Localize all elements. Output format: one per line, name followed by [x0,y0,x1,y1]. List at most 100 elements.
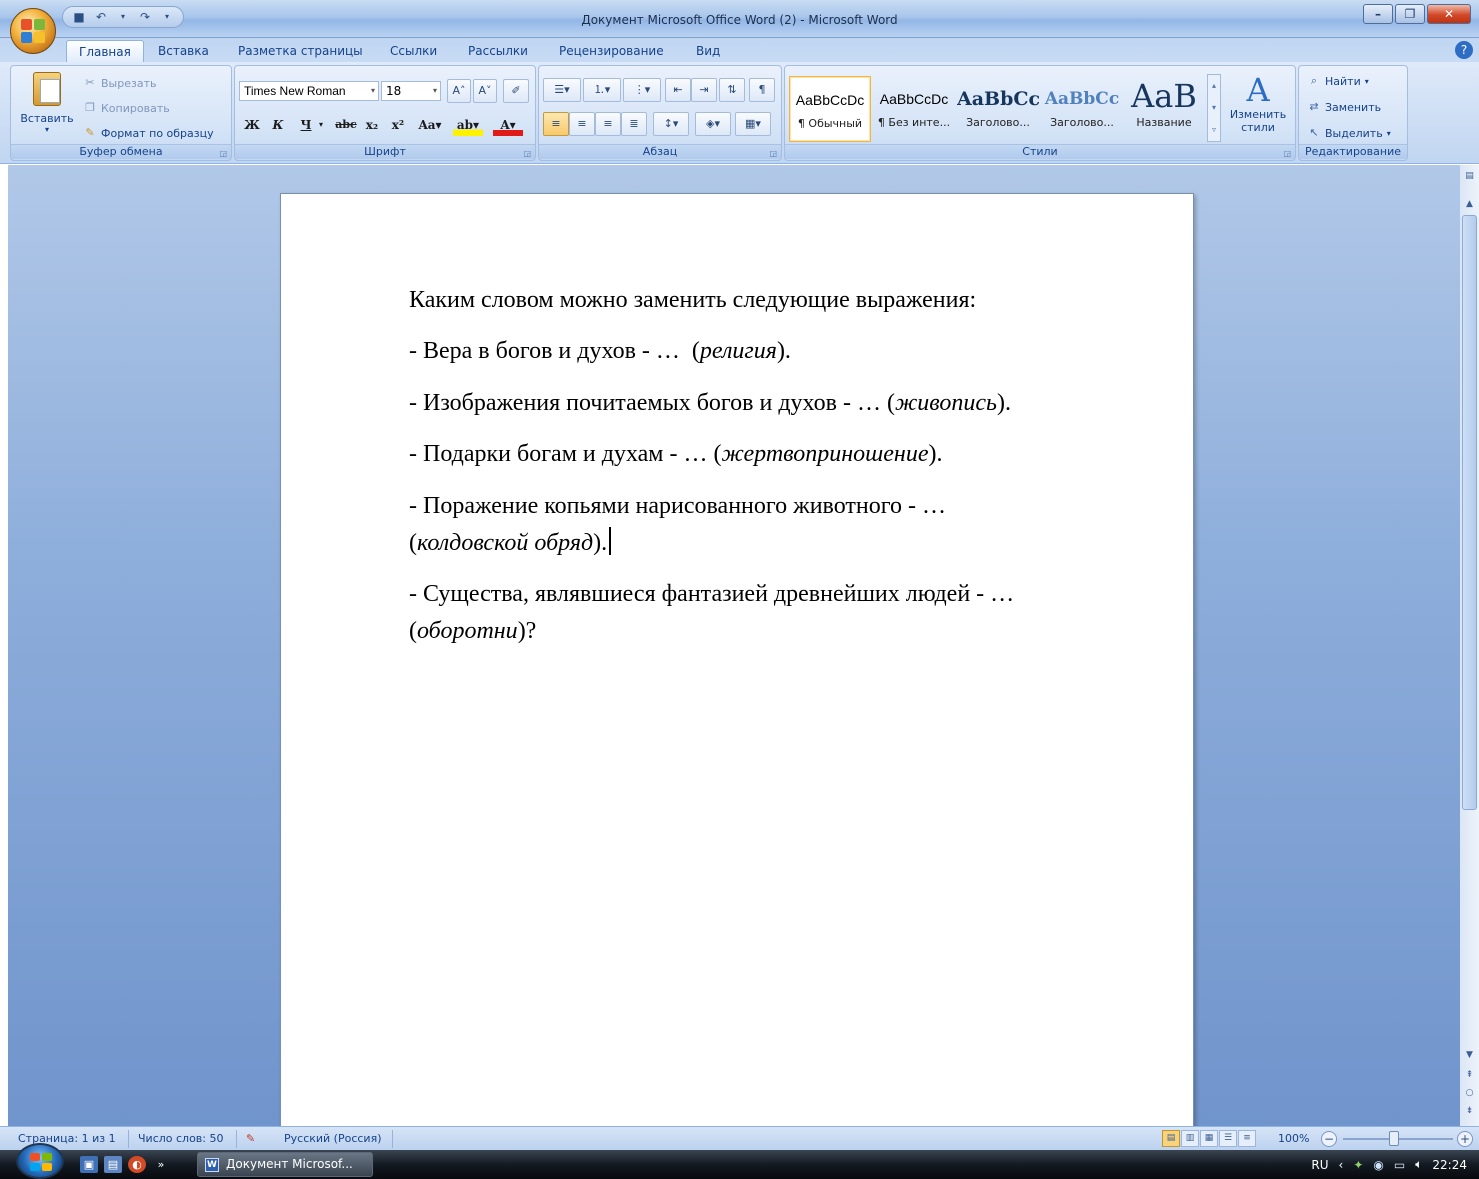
word-count[interactable]: Число слов: 50 [138,1132,224,1145]
document-page[interactable]: Каким словом можно заменить следующие вы… [280,193,1194,1153]
browser-icon[interactable]: ◐ [128,1156,146,1173]
font-size-combo[interactable]: 18 ▾ [381,81,441,101]
align-center-icon[interactable]: ≡ [569,112,595,136]
undo-icon[interactable]: ↶ [93,9,109,25]
tab-home[interactable]: Главная [66,40,144,62]
line-spacing-icon[interactable]: ↕▾ [653,112,689,136]
clipboard-launcher-icon[interactable]: ◲ [219,149,227,158]
copy-button[interactable]: ❐ Копировать [83,101,170,115]
clock[interactable]: 22:24 [1432,1158,1467,1172]
justify-icon[interactable]: ≣ [621,112,647,136]
vertical-scrollbar[interactable]: ▤ ▲ ▼ ⇞ ○ ⇟ [1460,165,1479,1126]
style-no-spacing[interactable]: AaBbCcDc ¶ Без инте... [873,76,955,142]
paste-dropdown-icon[interactable]: ▾ [15,125,79,134]
cut-button[interactable]: ✂ Вырезать [83,76,156,90]
style-heading-1[interactable]: AaBbCc Заголово... [957,76,1039,142]
tab-mailings[interactable]: Рассылки [456,40,540,62]
security-icon[interactable]: ◉ [1373,1158,1383,1172]
outline-icon[interactable]: ☰ [1219,1130,1237,1147]
select-button[interactable]: ↖ Выделить ▾ [1307,126,1390,140]
shading-icon[interactable]: ◈▾ [695,112,731,136]
show-desktop-icon[interactable]: ▣ [80,1156,98,1173]
ruler-toggle-icon[interactable]: ▤ [1462,171,1477,181]
bullets-icon[interactable]: ☰▾ [543,78,581,102]
monitor-icon[interactable]: ▭ [1394,1158,1405,1172]
change-styles-button[interactable]: A Изменить стили [1225,72,1291,144]
replace-button[interactable]: ⇄ Заменить [1307,100,1381,114]
scroll-up-icon[interactable]: ▲ [1462,199,1477,209]
underline-icon[interactable]: Ч [295,114,317,136]
decrease-indent-icon[interactable]: ⇤ [665,78,691,102]
font-name-combo[interactable]: Times New Roman ▾ [239,81,379,101]
restore-button[interactable]: ❐ [1395,4,1425,24]
clear-formatting-icon[interactable]: ✐ [503,79,529,103]
draft-icon[interactable]: ≡ [1238,1130,1256,1147]
subscript-icon[interactable]: x₂ [361,114,383,136]
font-launcher-icon[interactable]: ◲ [523,149,531,158]
tab-page-layout[interactable]: Разметка страницы [226,40,375,62]
start-button[interactable] [16,1143,64,1179]
styles-launcher-icon[interactable]: ◲ [1283,149,1291,158]
highlight-icon[interactable]: ab▾ [453,114,483,136]
find-button[interactable]: ⌕ Найти ▾ [1307,74,1369,88]
more-chevron-icon[interactable]: » [152,1156,170,1173]
undo-dropdown-icon[interactable]: ▾ [115,9,131,25]
zoom-level[interactable]: 100% [1278,1132,1309,1145]
font-color-icon[interactable]: A▾ [493,114,523,136]
align-left-icon[interactable]: ≡ [543,112,569,136]
network-icon[interactable]: ✦ [1353,1158,1363,1172]
format-painter-button[interactable]: ✎ Формат по образцу [83,126,213,140]
office-button[interactable] [10,8,56,54]
scrollbar-thumb[interactable] [1462,215,1477,810]
bold-icon[interactable]: Ж [241,114,263,136]
next-page-icon[interactable]: ⇟ [1462,1106,1477,1116]
style-heading-2[interactable]: AaBbCc Заголово... [1041,76,1123,142]
superscript-icon[interactable]: x² [387,114,409,136]
save-icon[interactable]: ■ [71,9,87,25]
previous-page-icon[interactable]: ⇞ [1462,1070,1477,1080]
scroll-down-icon[interactable]: ▼ [1462,1050,1477,1060]
change-case-icon[interactable]: Aa▾ [415,114,445,136]
close-button[interactable]: ✕ [1427,4,1471,24]
underline-dropdown-icon[interactable]: ▾ [315,114,327,136]
paragraph-launcher-icon[interactable]: ◲ [769,149,777,158]
web-layout-icon[interactable]: ▦ [1200,1130,1218,1147]
switch-windows-icon[interactable]: ▤ [104,1156,122,1173]
italic-icon[interactable]: К [267,114,289,136]
tab-review[interactable]: Рецензирование [547,40,676,62]
grow-font-icon[interactable]: A˄ [447,79,471,103]
zoom-slider-thumb[interactable] [1389,1131,1399,1146]
numbering-icon[interactable]: ⒈▾ [583,78,621,102]
borders-icon[interactable]: ▦▾ [735,112,771,136]
show-marks-icon[interactable]: ¶ [749,78,775,102]
style-title[interactable]: AaB Название [1123,76,1205,142]
help-icon[interactable]: ? [1455,41,1473,59]
tab-references[interactable]: Ссылки [378,40,449,62]
input-language[interactable]: RU [1311,1158,1328,1172]
sort-icon[interactable]: ⇅ [719,78,745,102]
print-layout-icon[interactable]: ▤ [1162,1130,1180,1147]
zoom-out-icon[interactable]: − [1321,1131,1337,1147]
paste-button[interactable]: Вставить ▾ [15,70,79,142]
taskbar-word-item[interactable]: W Документ Microsof... [197,1152,373,1177]
style-normal[interactable]: AaBbCcDc ¶ Обычный [789,76,871,142]
styles-scroll[interactable]: ▴ ▾ ▿ [1207,74,1221,142]
zoom-in-icon[interactable]: + [1457,1131,1473,1147]
language-status[interactable]: Русский (Россия) [284,1132,382,1145]
customize-qat-icon[interactable]: ▾ [159,9,175,25]
tray-expand-icon[interactable]: ‹ [1339,1158,1344,1172]
tab-view[interactable]: Вид [684,40,732,62]
browse-object-icon[interactable]: ○ [1462,1088,1477,1098]
strikethrough-icon[interactable]: abc [333,114,359,136]
minimize-button[interactable]: – [1363,4,1393,24]
increase-indent-icon[interactable]: ⇥ [691,78,717,102]
shrink-font-icon[interactable]: A˅ [473,79,497,103]
volume-icon[interactable]: 🔈︎ [1415,1157,1422,1172]
paragraph-text: - Поражение копьями нарисованного животн… [409,493,946,519]
full-screen-reading-icon[interactable]: ▥ [1181,1130,1199,1147]
align-right-icon[interactable]: ≡ [595,112,621,136]
redo-icon[interactable]: ↷ [137,9,153,25]
proofing-icon[interactable]: ✎ [246,1132,255,1145]
tab-insert[interactable]: Вставка [146,40,221,62]
multilevel-list-icon[interactable]: ⋮▾ [623,78,661,102]
